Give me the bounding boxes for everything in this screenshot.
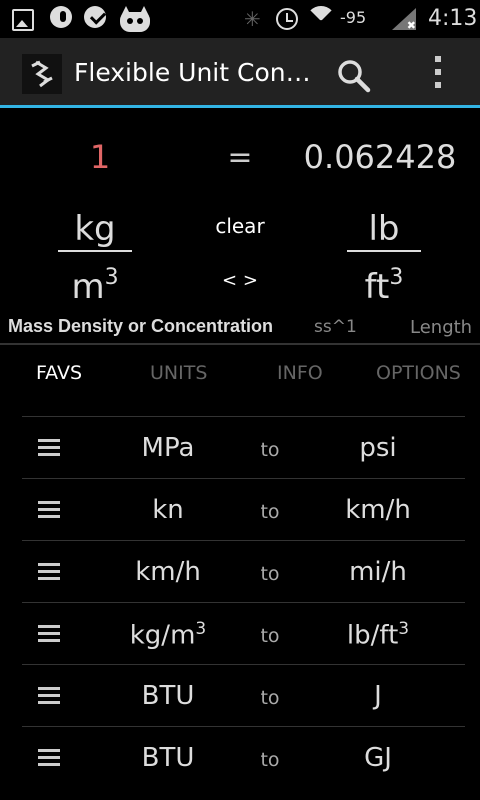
favorite-to-unit: lb/ft3 [346, 619, 410, 651]
drag-handle-icon[interactable] [38, 687, 60, 705]
clock: 4:13 [428, 6, 478, 31]
favorite-from-unit: kn [152, 495, 184, 525]
mic-icon [50, 6, 72, 28]
favorite-to-label: to [260, 625, 280, 647]
input-value[interactable]: 1 [70, 138, 130, 176]
check-icon [84, 6, 106, 28]
favorite-to-unit: J [374, 681, 382, 711]
drag-handle-icon[interactable] [38, 439, 60, 457]
list-item[interactable]: km/h to mi/h [22, 540, 465, 602]
drag-handle-icon[interactable] [38, 625, 60, 643]
swap-button[interactable]: < > [200, 270, 280, 291]
list-item[interactable]: BTU to J [22, 664, 465, 726]
tab-favs[interactable]: FAVS [36, 362, 82, 384]
equals-sign: = [227, 140, 253, 175]
clear-button[interactable]: clear [200, 214, 280, 238]
favorites-list: MPa to psi kn to km/h km/h to mi/h kg/m3… [22, 416, 465, 788]
favorite-from-unit: kg/m3 [129, 619, 207, 651]
favorite-to-unit: km/h [345, 495, 411, 525]
favorite-from-unit: MPa [141, 433, 195, 463]
output-value[interactable]: 0.062428 [290, 138, 470, 176]
app-logo-icon[interactable] [22, 54, 62, 94]
app-title: Flexible Unit Con… [74, 58, 311, 87]
action-bar: Flexible Unit Con… [0, 38, 480, 108]
list-item[interactable]: MPa to psi [22, 416, 465, 478]
from-unit[interactable]: kg m3 [50, 208, 140, 307]
status-bar: ✳ -95 4:13 [0, 0, 480, 38]
signal-strength-text: -95 [340, 8, 367, 27]
favorite-to-label: to [260, 687, 280, 709]
conversion-panel: 1 = 0.062428 kg m3 clear < > lb ft3 [0, 110, 480, 346]
search-icon[interactable] [336, 58, 372, 94]
favorite-to-label: to [260, 501, 280, 523]
picture-icon [12, 9, 34, 31]
cat-icon [120, 6, 150, 32]
favorite-to-label: to [260, 749, 280, 771]
favorite-from-unit: BTU [141, 743, 195, 773]
list-item[interactable]: kg/m3 to lb/ft3 [22, 602, 465, 664]
favorite-to-label: to [260, 439, 280, 461]
to-unit[interactable]: lb ft3 [339, 208, 429, 307]
favorite-from-unit: km/h [135, 557, 201, 587]
drag-handle-icon[interactable] [38, 749, 60, 767]
bluetooth-icon: ✳ [244, 7, 261, 31]
tab-options[interactable]: OPTIONS [376, 362, 461, 384]
from-unit-denominator: m3 [71, 265, 119, 307]
wifi-icon [306, 6, 336, 30]
alarm-icon [276, 8, 298, 30]
favorite-to-unit: mi/h [349, 557, 407, 587]
divider [0, 343, 480, 345]
category-scroller[interactable]: Mass Density or Concentration ss^1 Lengt… [0, 316, 480, 344]
drag-handle-icon[interactable] [38, 501, 60, 519]
overflow-menu-icon[interactable] [430, 56, 446, 92]
category-active[interactable]: Mass Density or Concentration [8, 316, 273, 337]
list-item[interactable]: kn to km/h [22, 478, 465, 540]
tab-info[interactable]: INFO [277, 362, 323, 384]
to-unit-numerator: lb [368, 209, 400, 249]
category-next[interactable]: ss^1 [314, 317, 357, 337]
drag-handle-icon[interactable] [38, 563, 60, 581]
from-unit-numerator: kg [74, 209, 116, 249]
tab-units[interactable]: UNITS [150, 362, 207, 384]
signal-icon [392, 8, 416, 32]
tab-bar: FAVS UNITS INFO OPTIONS [0, 346, 480, 400]
favorite-to-label: to [260, 563, 280, 585]
list-item[interactable]: BTU to GJ [22, 726, 465, 788]
to-unit-denominator: ft3 [364, 265, 404, 307]
favorite-to-unit: GJ [364, 743, 392, 773]
category-next[interactable]: Length [410, 317, 472, 338]
favorite-to-unit: psi [359, 433, 397, 463]
favorite-from-unit: BTU [141, 681, 195, 711]
